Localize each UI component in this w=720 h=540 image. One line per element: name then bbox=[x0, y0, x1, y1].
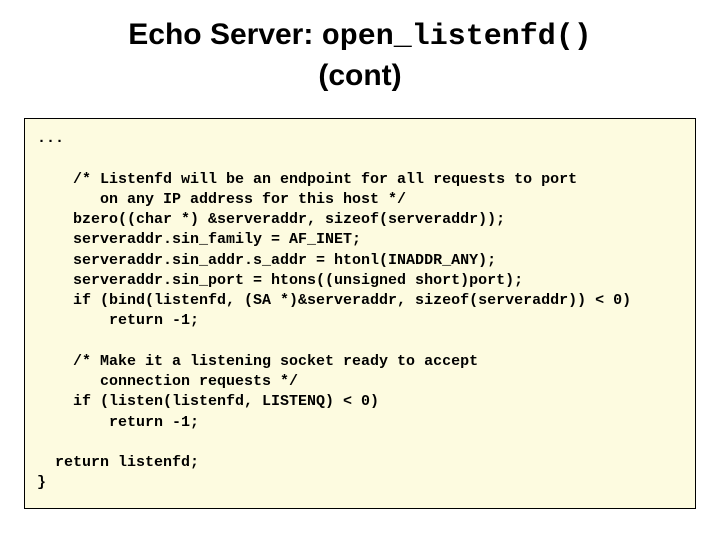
title-func: open_listenfd() bbox=[322, 20, 592, 54]
code-block: ... /* Listenfd will be an endpoint for … bbox=[24, 118, 696, 509]
slide: Echo Server: open_listenfd() (cont) ... … bbox=[0, 0, 720, 540]
slide-title: Echo Server: open_listenfd() (cont) bbox=[20, 16, 700, 94]
title-suffix: (cont) bbox=[318, 59, 401, 92]
title-prefix: Echo Server: bbox=[128, 18, 321, 51]
